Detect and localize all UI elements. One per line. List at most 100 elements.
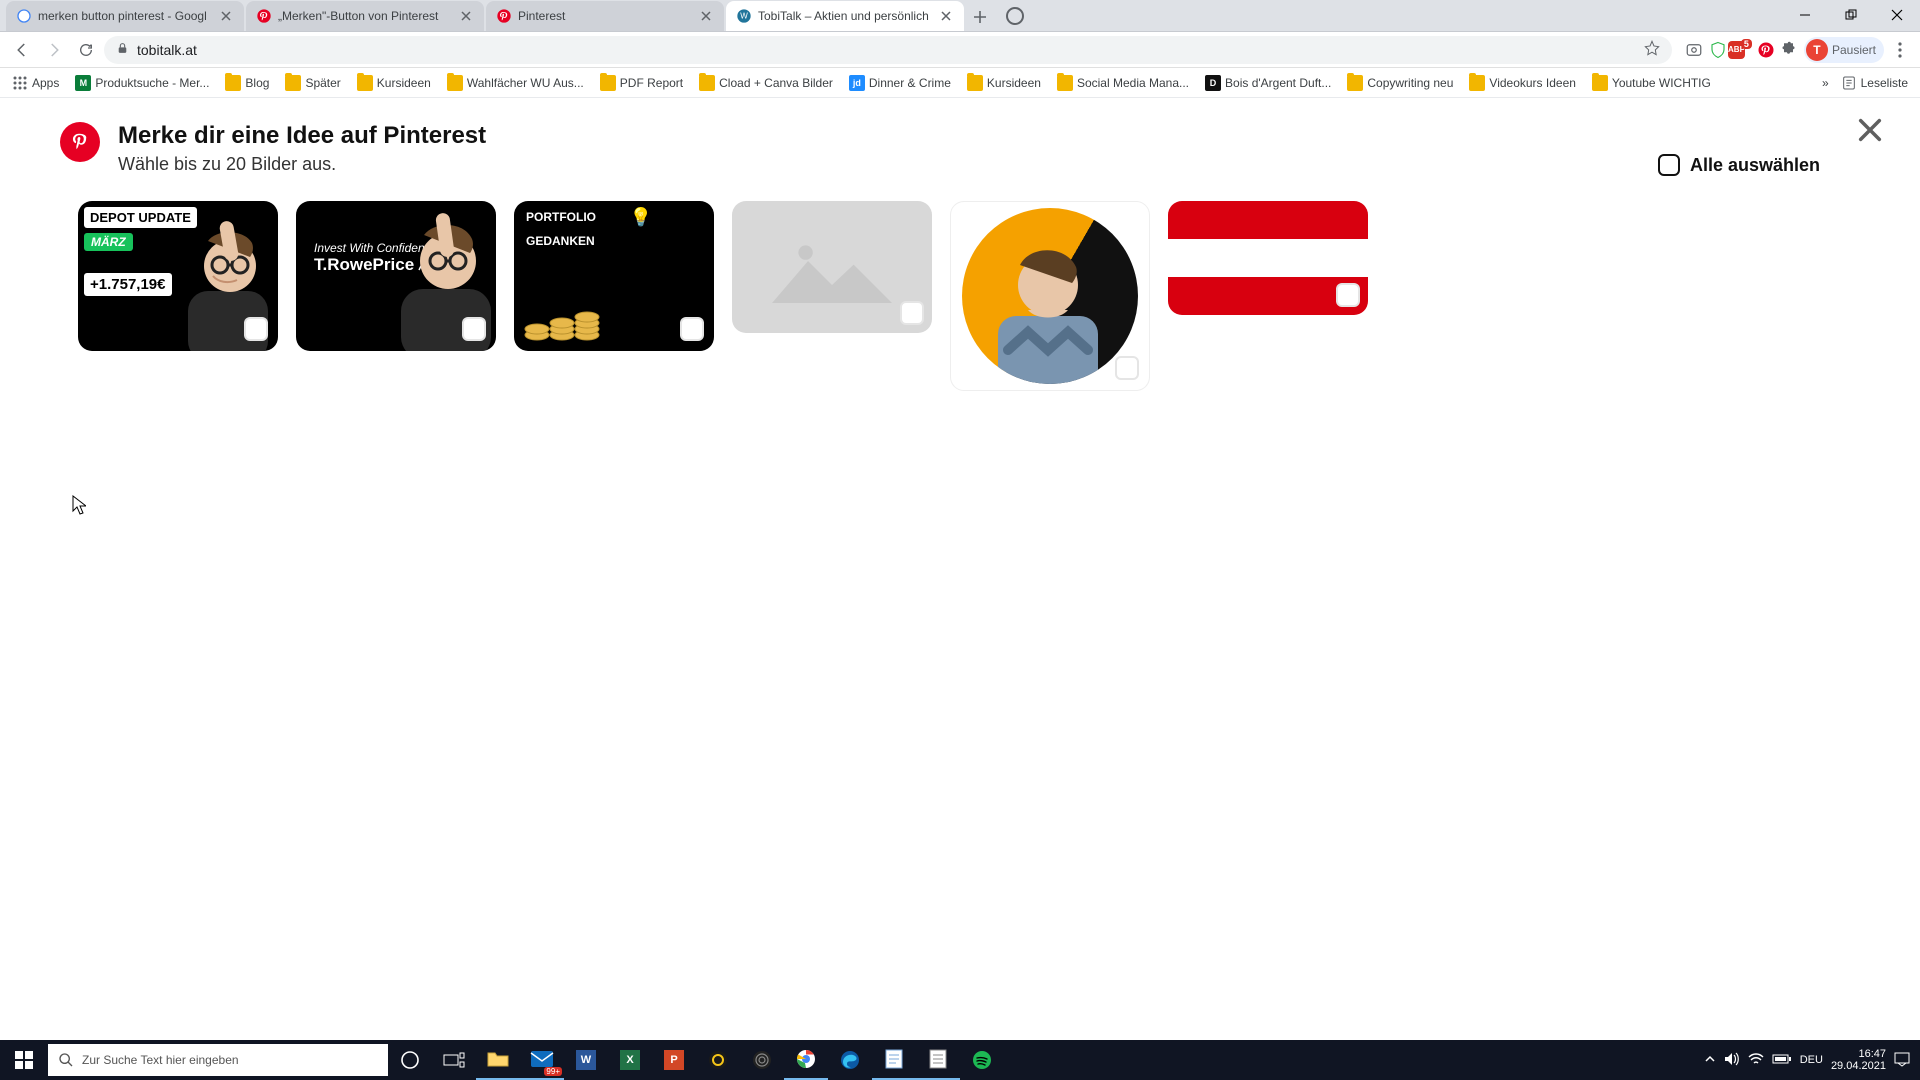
forward-button[interactable] <box>40 36 68 64</box>
file-explorer-icon[interactable] <box>476 1040 520 1080</box>
bookmark-item[interactable]: Blog <box>221 73 273 93</box>
tab-0[interactable]: merken button pinterest - Googl <box>6 1 244 31</box>
chrome-icon[interactable] <box>784 1040 828 1080</box>
cortana-icon[interactable] <box>388 1040 432 1080</box>
bookmark-item[interactable]: Videokurs Ideen <box>1465 73 1580 93</box>
extensions-puzzle-icon[interactable] <box>1780 40 1800 60</box>
document-icon[interactable] <box>916 1040 960 1080</box>
task-view-icon[interactable] <box>432 1040 476 1080</box>
ext-pinterest-icon[interactable] <box>1756 40 1776 60</box>
apps-label: Apps <box>32 76 59 90</box>
powerpoint-icon[interactable]: P <box>652 1040 696 1080</box>
select-checkbox[interactable] <box>900 301 924 325</box>
mail-icon[interactable]: 99+ <box>520 1040 564 1080</box>
reading-list-icon <box>1841 75 1857 91</box>
bookmark-label: Kursideen <box>377 76 431 90</box>
profile-chip[interactable]: T Pausiert <box>1804 37 1884 63</box>
notifications-icon[interactable] <box>1894 1051 1910 1070</box>
close-icon[interactable] <box>218 8 234 24</box>
bookmark-item[interactable]: MProduktsuche - Mer... <box>71 73 213 93</box>
close-icon[interactable] <box>698 8 714 24</box>
chrome-menu-button[interactable] <box>1888 42 1912 58</box>
ext-shield-icon[interactable] <box>1708 40 1728 60</box>
tab-2[interactable]: Pinterest <box>486 1 724 31</box>
bookmark-item[interactable]: Wahlfächer WU Aus... <box>443 73 588 93</box>
minimize-button[interactable] <box>1782 0 1828 31</box>
maximize-button[interactable] <box>1828 0 1874 31</box>
folder-icon <box>967 75 983 91</box>
bookmark-item[interactable]: Kursideen <box>963 73 1045 93</box>
image-card-placeholder[interactable] <box>732 201 932 333</box>
bookmark-star-icon[interactable] <box>1644 40 1660 59</box>
bookmark-item[interactable]: jdDinner & Crime <box>845 73 955 93</box>
bookmark-label: Youtube WICHTIG <box>1612 76 1711 90</box>
avatar-illustration <box>962 208 1138 384</box>
reload-button[interactable] <box>72 36 100 64</box>
battery-icon[interactable] <box>1772 1053 1792 1068</box>
reading-list-button[interactable]: Leseliste <box>1837 73 1912 93</box>
windows-taskbar: Zur Suche Text hier eingeben 99+ W X P D… <box>0 1040 1920 1080</box>
tray-chevron-icon[interactable] <box>1704 1053 1716 1068</box>
taskbar-search[interactable]: Zur Suche Text hier eingeben <box>48 1044 388 1076</box>
taskbar-clock[interactable]: 16:47 29.04.2021 <box>1831 1048 1886 1072</box>
image-card[interactable]: DEPOT UPDATE MÄRZ +1.757,19€ <box>78 201 278 351</box>
image-card[interactable]: PORTFOLIO GEDANKEN 💡 <box>514 201 714 351</box>
bookmark-item[interactable]: Später <box>281 73 344 93</box>
tab-strip: merken button pinterest - Googl „Merken"… <box>0 0 994 31</box>
select-checkbox[interactable] <box>1115 356 1139 380</box>
tab-3-active[interactable]: W TobiTalk – Aktien und persönlich <box>726 1 964 31</box>
search-icon <box>58 1052 74 1068</box>
volume-icon[interactable] <box>1724 1052 1740 1069</box>
word-icon[interactable]: W <box>564 1040 608 1080</box>
ext-lens-icon[interactable] <box>1684 40 1704 60</box>
pinterest-heading: Merke dir eine Idee auf Pinterest <box>118 122 486 150</box>
folder-icon <box>1469 75 1485 91</box>
app-icon[interactable] <box>696 1040 740 1080</box>
bookmark-item[interactable]: Copywriting neu <box>1343 73 1457 93</box>
select-checkbox[interactable] <box>680 317 704 341</box>
language-indicator[interactable]: DEU <box>1800 1054 1823 1066</box>
bookmark-item[interactable]: Social Media Mana... <box>1053 73 1193 93</box>
new-tab-button[interactable] <box>966 3 994 31</box>
start-button[interactable] <box>0 1040 48 1080</box>
close-icon[interactable] <box>938 8 954 24</box>
bookmark-item[interactable]: Kursideen <box>353 73 435 93</box>
placeholder-mountain-icon <box>772 231 892 303</box>
bookmark-item[interactable]: Youtube WICHTIG <box>1588 73 1715 93</box>
cast-indicator-icon[interactable] <box>1006 7 1024 25</box>
folder-icon <box>1592 75 1608 91</box>
obs-icon[interactable] <box>740 1040 784 1080</box>
bookmark-item[interactable]: PDF Report <box>596 73 687 93</box>
ext-adblock-icon[interactable]: ABP5 <box>1732 40 1752 60</box>
select-checkbox[interactable] <box>244 317 268 341</box>
tab-1[interactable]: „Merken"-Button von Pinterest <box>246 1 484 31</box>
google-favicon <box>16 8 32 24</box>
tab-title: „Merken"-Button von Pinterest <box>278 9 452 23</box>
select-checkbox[interactable] <box>1336 283 1360 307</box>
clock-date: 29.04.2021 <box>1831 1060 1886 1072</box>
bookmarks-overflow-icon[interactable]: » <box>1822 76 1829 90</box>
excel-icon[interactable]: X <box>608 1040 652 1080</box>
close-icon[interactable] <box>458 8 474 24</box>
image-card[interactable]: Invest With Confidence T.RowePrice <box>296 201 496 351</box>
address-bar[interactable]: tobitalk.at <box>104 36 1672 64</box>
image-card-flag[interactable] <box>1168 201 1368 315</box>
bookmark-item[interactable]: DBois d'Argent Duft... <box>1201 73 1335 93</box>
spotify-icon[interactable] <box>960 1040 1004 1080</box>
clock-time: 16:47 <box>1831 1048 1886 1060</box>
close-overlay-button[interactable] <box>1856 116 1884 149</box>
back-button[interactable] <box>8 36 36 64</box>
select-checkbox[interactable] <box>462 317 486 341</box>
select-all-toggle[interactable]: Alle auswählen <box>1658 154 1820 176</box>
bookmark-item[interactable]: Cload + Canva Bilder <box>695 73 837 93</box>
bookmark-label: Copywriting neu <box>1367 76 1453 90</box>
image-card[interactable] <box>950 201 1150 391</box>
close-window-button[interactable] <box>1874 0 1920 31</box>
bookmark-label: Cload + Canva Bilder <box>719 76 833 90</box>
wifi-icon[interactable] <box>1748 1053 1764 1068</box>
apps-button[interactable]: Apps <box>8 73 63 93</box>
pinterest-logo <box>60 122 100 162</box>
edge-icon[interactable] <box>828 1040 872 1080</box>
notepad-icon[interactable] <box>872 1040 916 1080</box>
thumb-text: +1.757,19€ <box>84 273 172 296</box>
